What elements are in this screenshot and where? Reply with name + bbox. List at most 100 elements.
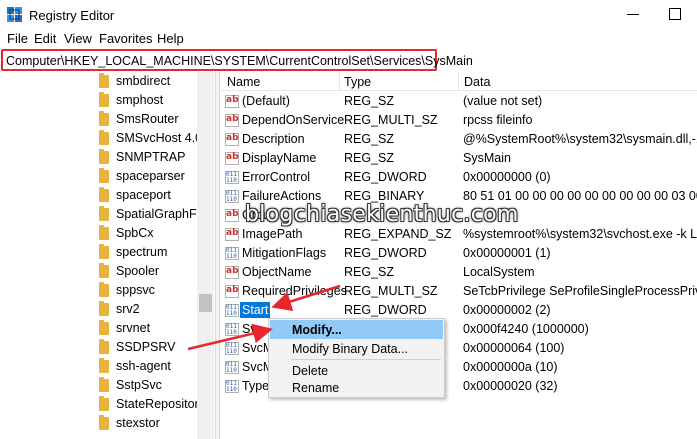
value-row[interactable]: DisplayName REG_SZ SysMain — [221, 149, 697, 168]
column-name[interactable]: Name — [227, 75, 260, 89]
menu-edit[interactable]: Edit — [34, 31, 56, 46]
tree-item-label: SstpSvc — [116, 378, 162, 392]
value-row[interactable]: ImagePath REG_EXPAND_SZ %systemroot%\syste… — [221, 225, 697, 244]
tree-item-label: StateRepositor — [116, 397, 199, 411]
value-name: FailureActions — [242, 189, 322, 203]
folder-icon — [99, 92, 109, 107]
column-divider[interactable] — [339, 72, 340, 91]
value-data: 0x000f4240 (1000000) — [463, 322, 589, 336]
tree-item[interactable]: sppsvc — [99, 281, 209, 300]
value-name: ObjectName — [242, 265, 312, 279]
menu-item-modify[interactable]: Modify... — [270, 320, 443, 339]
tree-item[interactable]: smphost — [99, 91, 209, 110]
string-value-icon — [225, 114, 239, 127]
tree-item[interactable]: SstpSvc — [99, 376, 209, 395]
value-data: 0x00000002 (2) — [463, 303, 551, 317]
folder-icon — [99, 206, 109, 221]
tree-item[interactable]: Spooler — [99, 262, 209, 281]
value-type: REG_MULTI_SZ — [344, 113, 438, 127]
menu-item-label: Modify Binary Data... — [292, 342, 409, 356]
tree-item-label: srv2 — [116, 302, 140, 316]
tree-item[interactable]: srv2 — [99, 300, 209, 319]
menu-view[interactable]: View — [64, 31, 92, 46]
tree-item[interactable]: stexstor — [99, 414, 209, 433]
value-data: LocalSystem — [463, 265, 535, 279]
value-row[interactable]: Description REG_SZ @%SystemRoot%\system32\… — [221, 130, 697, 149]
menu-file[interactable]: File — [7, 31, 28, 46]
value-row[interactable]: MitigationFlags REG_DWORD 0x00000001 (1) — [221, 244, 697, 263]
tree-item-label: srvnet — [116, 321, 151, 335]
value-type: REG_DWORD — [344, 170, 427, 184]
tree-item[interactable]: SSDPSRV — [99, 338, 209, 357]
value-type: REG_SZ — [344, 132, 395, 146]
folder-icon — [99, 149, 109, 164]
maximize-button[interactable] — [660, 4, 690, 24]
value-data: 80 51 01 00 00 00 00 00 00 00 00 00 03 0… — [463, 189, 697, 203]
tree-item[interactable]: StateRepositor — [99, 395, 209, 414]
menu-favorites[interactable]: Favorites — [99, 31, 152, 46]
value-row[interactable]: (Default) REG_SZ (value not set) — [221, 92, 697, 111]
value-name: ImagePath — [242, 227, 303, 241]
column-type[interactable]: Type — [344, 75, 371, 89]
tree-item[interactable]: spaceport — [99, 186, 209, 205]
tree-scroll-thumb[interactable] — [199, 294, 212, 312]
tree-item[interactable]: SpatialGraphFil — [99, 205, 209, 224]
tree-item[interactable]: SMSvcHost 4.0. — [99, 129, 209, 148]
value-name: MitigationFlags — [242, 246, 327, 260]
tree-item-label: SMSvcHost 4.0. — [116, 131, 206, 145]
tree-scrollbar[interactable] — [197, 72, 214, 439]
pane-splitter[interactable] — [215, 72, 220, 439]
value-name: DisplayName — [242, 151, 317, 165]
menu-separator — [291, 359, 441, 360]
tree-item[interactable]: spectrum — [99, 243, 209, 262]
folder-icon — [99, 225, 109, 240]
folder-icon — [99, 377, 109, 392]
binary-value-icon — [225, 247, 239, 260]
string-value-icon — [225, 266, 239, 279]
value-row[interactable]: DependOnServiceREG_MULTI_SZ rpcss fileinf… — [221, 111, 697, 130]
value-row[interactable]: ErrorControl REG_DWORD 0x00000000 (0) — [221, 168, 697, 187]
tree-item-label: stexstor — [116, 416, 160, 430]
binary-value-icon — [225, 304, 239, 317]
tree-item[interactable]: SmsRouter — [99, 110, 209, 129]
value-type: REG_SZ — [344, 94, 395, 108]
value-type: REG_BINARY — [344, 189, 425, 203]
value-name: Description — [242, 132, 305, 146]
string-value-icon — [225, 95, 239, 108]
tree-item-label: smbdirect — [116, 74, 171, 88]
value-type: REG_DWORD — [344, 303, 427, 317]
menu-help[interactable]: Help — [157, 31, 184, 46]
menu-item-modify-binary[interactable]: Modify Binary Data... — [270, 339, 443, 358]
value-data: 0x00000000 (0) — [463, 170, 551, 184]
tree-item[interactable]: ssh-agent — [99, 357, 209, 376]
value-name: Start — [240, 302, 271, 318]
tree-item[interactable]: smbdirect — [99, 72, 209, 91]
value-type: REG_MULTI_SZ — [344, 284, 438, 298]
tree-item-label: sppsvc — [116, 283, 155, 297]
tree-item-label: SpatialGraphFil — [116, 207, 203, 221]
folder-icon — [99, 73, 109, 88]
tree-item[interactable]: SNMPTRAP — [99, 148, 209, 167]
folder-icon — [99, 282, 109, 297]
value-row[interactable]: ObjectName REG_SZ LocalSystem — [221, 263, 697, 282]
minimize-button[interactable] — [618, 4, 648, 24]
address-bar[interactable]: Computer\HKEY_LOCAL_MACHINE\SYSTEM\Curre… — [1, 49, 473, 71]
menu-item-label: Rename — [292, 381, 340, 395]
binary-value-icon — [225, 361, 239, 374]
tree-item[interactable]: srvnet — [99, 319, 209, 338]
value-data: 0x00000064 (100) — [463, 341, 565, 355]
value-row[interactable]: RequiredPrivilegesREG_MULTI_SZ SeTcbPrivi… — [221, 282, 697, 301]
folder-icon — [99, 130, 109, 145]
column-divider[interactable] — [458, 72, 459, 91]
tree-item-label: spaceparser — [116, 169, 185, 183]
column-data[interactable]: Data — [464, 75, 490, 89]
tree-item[interactable]: spaceparser — [99, 167, 209, 186]
list-header: Name Type Data — [221, 72, 697, 91]
value-type: REG_SZ — [344, 151, 395, 165]
folder-icon — [99, 358, 109, 373]
folder-icon — [99, 263, 109, 278]
menu-item-rename[interactable]: Rename — [270, 378, 443, 397]
tree-item[interactable]: SpbCx — [99, 224, 209, 243]
tree-item-label: ssh-agent — [116, 359, 171, 373]
folder-icon — [99, 339, 109, 354]
